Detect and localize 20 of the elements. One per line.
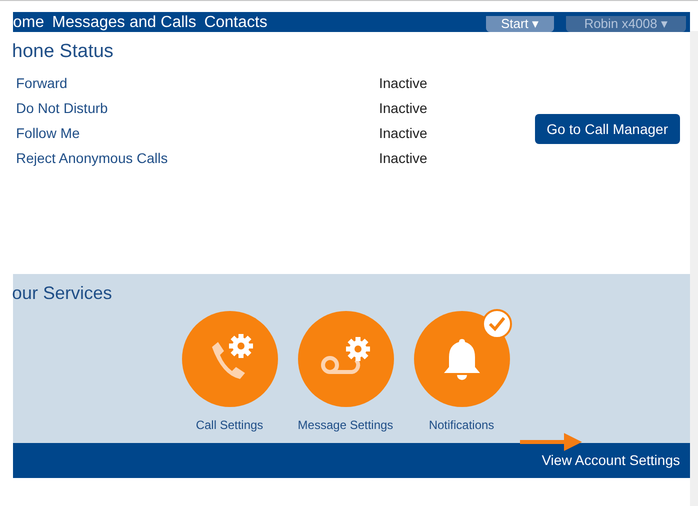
- account-settings-link[interactable]: View Account Settings: [542, 450, 680, 471]
- feature-link[interactable]: Do Not Disturb: [16, 98, 379, 119]
- nav-link[interactable]: ome: [13, 12, 44, 32]
- service-label[interactable]: Message Settings: [298, 416, 394, 434]
- arrow-icon: [520, 432, 582, 452]
- section-title: hone Status: [12, 41, 114, 63]
- feature-link[interactable]: Reject Anonymous Calls: [16, 148, 379, 169]
- section-title: our Services: [12, 282, 114, 304]
- feature-link[interactable]: Follow Me: [16, 123, 379, 144]
- status-text: Inactive: [379, 74, 428, 93]
- nav-link[interactable]: Contacts: [204, 12, 268, 32]
- service-label[interactable]: Notifications: [428, 416, 494, 434]
- service-label[interactable]: Call Settings: [196, 416, 264, 434]
- nav-link[interactable]: Messages and Calls: [52, 12, 196, 32]
- call-manager-button[interactable]: Go to Call Manager: [534, 114, 680, 144]
- bell-icon: [442, 337, 482, 381]
- status-text: Inactive: [379, 99, 428, 118]
- status-text: Inactive: [379, 149, 428, 168]
- feature-link[interactable]: Forward: [16, 73, 379, 94]
- status-text: Inactive: [379, 124, 428, 143]
